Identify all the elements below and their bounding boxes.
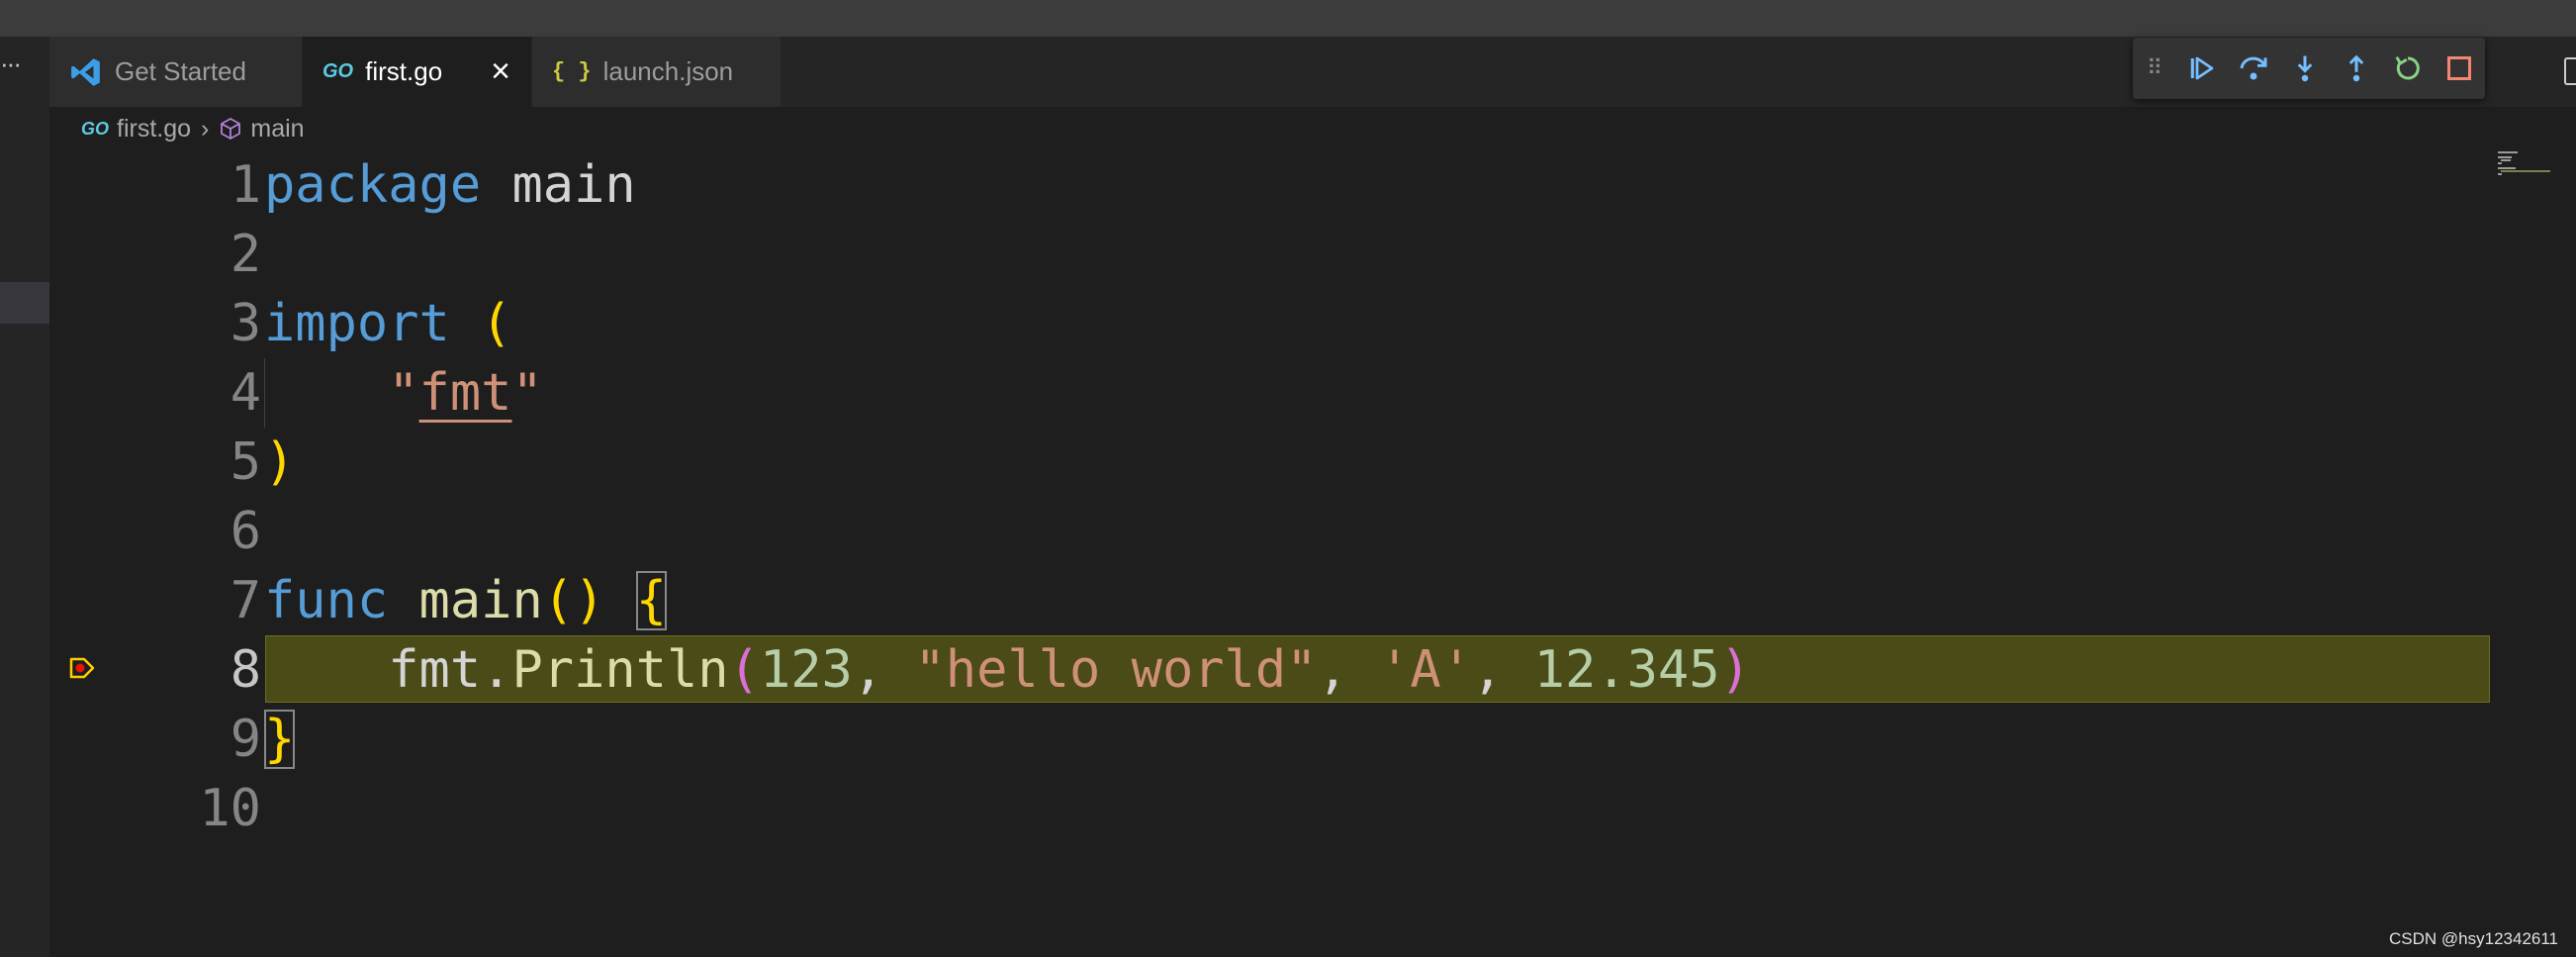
- code-line-10: 10: [49, 774, 2493, 843]
- breadcrumb-file[interactable]: first.go: [117, 115, 191, 144]
- more-actions-icon[interactable]: ···: [0, 50, 22, 76]
- code-line-1: 1 package main: [49, 150, 2493, 220]
- line-number: 10: [199, 779, 261, 838]
- bracket: ): [264, 432, 296, 492]
- tab-launch-json[interactable]: { } launch.json: [532, 37, 782, 107]
- bracket: (: [728, 640, 760, 700]
- function-name: main: [418, 571, 543, 630]
- code-line-7: 7 func main() {: [49, 566, 2493, 635]
- code-line-8: 8 fmt.Println(123, "hello world", 'A', 1…: [49, 635, 2493, 705]
- line-number: 4: [230, 363, 261, 423]
- tab-label: Get Started: [115, 56, 246, 86]
- tab-label: launch.json: [602, 56, 734, 86]
- keyword: func: [264, 571, 389, 630]
- line-number: 9: [230, 710, 261, 769]
- line-number: 5: [230, 432, 261, 492]
- identifier: main: [511, 155, 636, 215]
- vscode-icon: [69, 55, 103, 89]
- number-literal: 123: [759, 640, 853, 700]
- punctuation: ,: [852, 640, 915, 700]
- line-number: 1: [230, 155, 261, 215]
- continue-icon[interactable]: [2176, 43, 2228, 94]
- breadcrumb-symbol[interactable]: main: [250, 115, 304, 144]
- import-path: fmt: [418, 363, 512, 423]
- bracket: ): [1719, 640, 1751, 700]
- code-editor[interactable]: 1 package main 2 3 import ( 4 "fmt" 5 ) …: [49, 150, 2576, 957]
- activity-bar-active-item[interactable]: [0, 282, 49, 324]
- step-out-icon[interactable]: [2331, 43, 2382, 94]
- punctuation: .: [481, 640, 512, 700]
- punctuation: ,: [1317, 640, 1380, 700]
- tab-get-started[interactable]: Get Started: [49, 37, 303, 107]
- bracket: (): [542, 571, 605, 630]
- debug-toolbar: ⠿: [2133, 38, 2485, 99]
- go-file-icon: GO: [81, 118, 110, 139]
- string-quote: ": [511, 363, 543, 423]
- number-literal: 12.345: [1533, 640, 1720, 700]
- tab-first-go[interactable]: GO first.go ×: [303, 37, 532, 107]
- bracket: (: [481, 294, 512, 353]
- chevron-right-icon: ›: [201, 114, 210, 143]
- line-number: 2: [230, 225, 261, 284]
- line-number: 8: [230, 640, 261, 700]
- bracket-match: {: [635, 571, 668, 630]
- keyword: import: [264, 294, 450, 353]
- code-line-4: 4 "fmt": [49, 358, 2493, 428]
- json-file-icon: { }: [552, 59, 592, 84]
- code-line-3: 3 import (: [49, 289, 2493, 358]
- code-line-2: 2: [49, 220, 2493, 289]
- restart-icon[interactable]: [2382, 43, 2434, 94]
- tab-label: first.go: [365, 56, 443, 86]
- code-line-5: 5 ): [49, 428, 2493, 497]
- drag-grip-icon[interactable]: ⠿: [2147, 55, 2176, 81]
- line-number: 3: [230, 294, 261, 353]
- symbol-package-icon: [219, 117, 242, 141]
- toggle-panel-icon[interactable]: [2564, 57, 2576, 85]
- code-line-9: 9 }: [49, 705, 2493, 774]
- string-quote: ": [388, 363, 419, 423]
- go-file-icon: GO: [322, 60, 354, 82]
- line-number: 7: [230, 571, 261, 630]
- watermark: CSDN @hsy12342611: [2389, 929, 2558, 948]
- step-into-icon[interactable]: [2279, 43, 2331, 94]
- identifier: fmt: [388, 640, 482, 700]
- string-literal: "hello world": [914, 640, 1318, 700]
- function-name: Println: [511, 640, 729, 700]
- rune-literal: 'A': [1379, 640, 1473, 700]
- keyword: package: [264, 155, 482, 215]
- stop-icon[interactable]: [2434, 43, 2485, 94]
- close-icon[interactable]: ×: [486, 54, 515, 88]
- activity-bar: ···: [0, 37, 49, 957]
- code-line-6: 6: [49, 497, 2493, 566]
- title-bar: [0, 0, 2576, 37]
- step-over-icon[interactable]: [2228, 43, 2279, 94]
- punctuation: ,: [1472, 640, 1534, 700]
- breadcrumb: GO first.go › main: [81, 107, 305, 150]
- line-number: 6: [230, 502, 261, 561]
- minimap[interactable]: [2493, 150, 2552, 190]
- bracket-match: }: [264, 710, 296, 769]
